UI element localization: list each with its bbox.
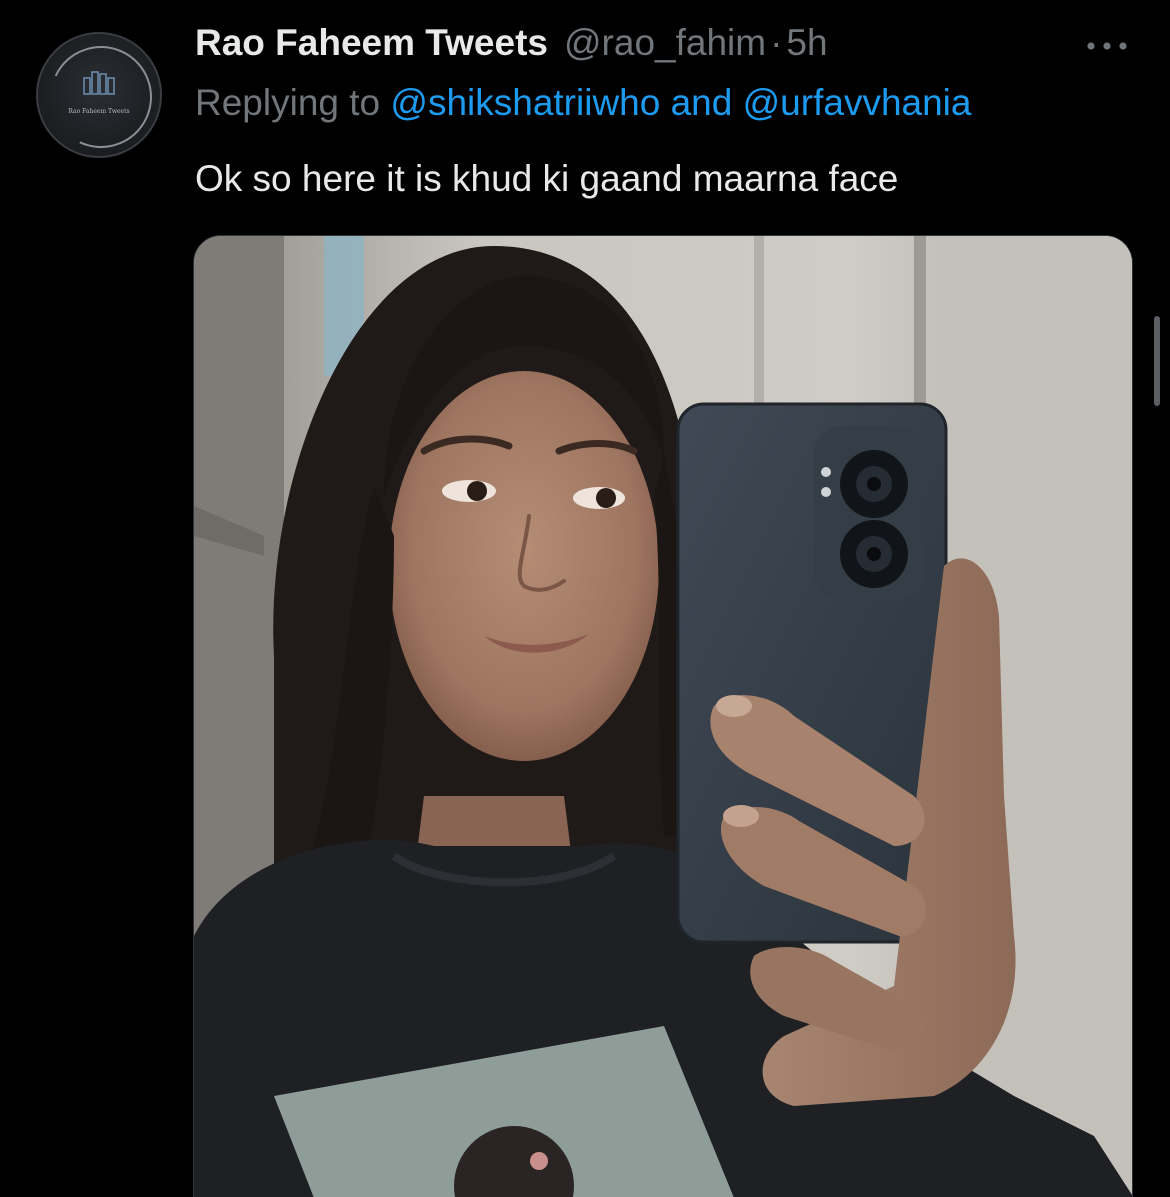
logo-mark-icon (83, 71, 115, 95)
mention-link-1[interactable]: @shikshatriiwho (390, 82, 660, 123)
mention-link-2[interactable]: @urfavvhania (743, 82, 972, 123)
more-horizontal-icon[interactable] (1082, 36, 1132, 56)
tweet-media-image[interactable] (193, 235, 1133, 1197)
tweet-header: Rao Faheem Tweets @rao_fahim · 5h (195, 22, 828, 72)
avatar[interactable]: Rao Faheem Tweets (36, 32, 162, 158)
display-name[interactable]: Rao Faheem Tweets (195, 22, 548, 64)
selfie-photo (194, 236, 1132, 1197)
replying-to-label: Replying to (195, 82, 381, 123)
replying-to-line: Replying to @shikshatriiwho and @urfavvh… (195, 82, 971, 124)
scrollbar[interactable] (1154, 316, 1160, 406)
separator-dot: · (770, 22, 783, 63)
mention-joiner: and (670, 82, 733, 123)
user-handle[interactable]: @rao_fahim (564, 22, 766, 64)
tweet-text: Ok so here it is khud ki gaand maarna fa… (195, 158, 899, 199)
timestamp[interactable]: 5h (786, 22, 827, 64)
avatar-caption: Rao Faheem Tweets (68, 108, 130, 115)
tweet[interactable]: Rao Faheem Tweets Rao Faheem Tweets @rao… (0, 0, 1170, 1197)
